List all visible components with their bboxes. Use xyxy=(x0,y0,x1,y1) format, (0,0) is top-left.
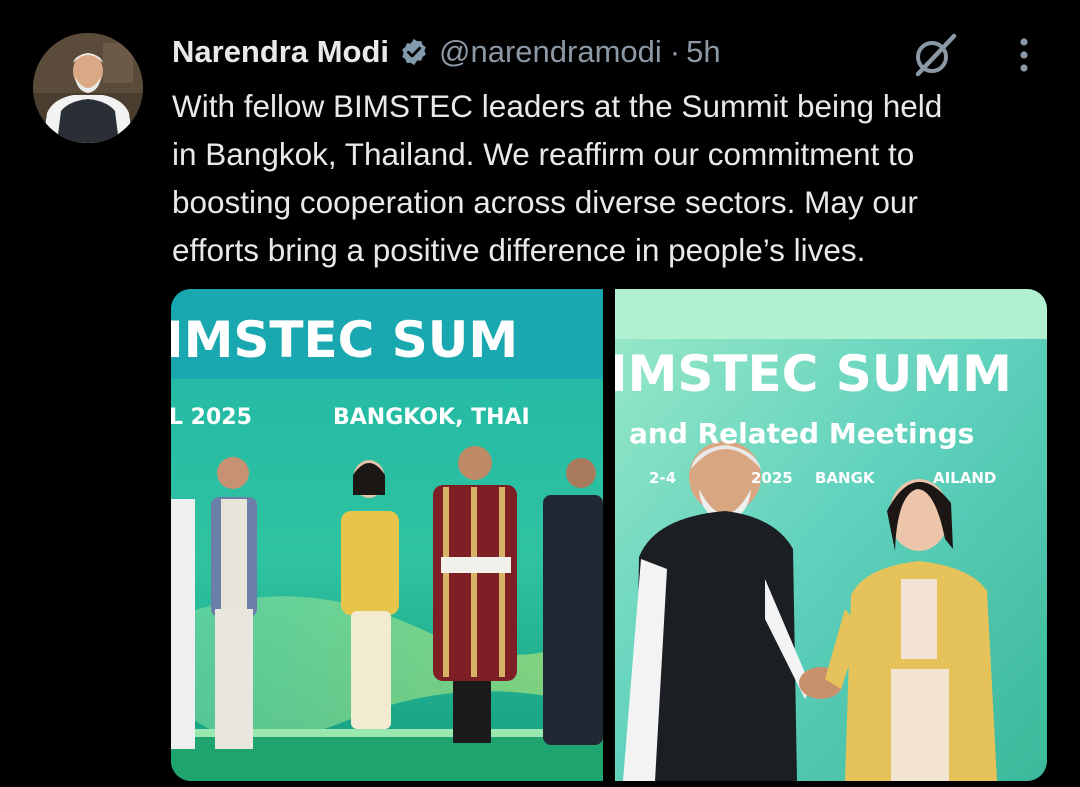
right-banner-date: 2-4 xyxy=(649,469,677,487)
author-avatar[interactable] xyxy=(33,33,143,143)
grok-icon[interactable] xyxy=(908,30,960,80)
post-media-grid: IMSTEC SUM L 2025 BANGKOK, THAI IMSTEC S… xyxy=(171,289,1047,781)
media-photo-left[interactable]: IMSTEC SUM L 2025 BANGKOK, THAI xyxy=(171,289,603,781)
left-banner-city: BANGKOK, THAI xyxy=(333,405,530,430)
left-banner-title: IMSTEC SUM xyxy=(171,311,519,369)
right-banner-title: IMSTEC SUMM xyxy=(615,345,1012,403)
right-banner-country: AILAND xyxy=(933,469,997,487)
verified-badge-icon xyxy=(402,38,426,66)
post-text: With fellow BIMSTEC leaders at the Summi… xyxy=(172,88,943,268)
left-banner-date: L 2025 xyxy=(171,405,252,430)
post-header: Narendra Modi @narendramodi · 5h xyxy=(172,30,721,74)
right-banner-city: BANGK xyxy=(815,469,875,487)
post-timestamp[interactable]: 5h xyxy=(686,34,720,70)
more-options-icon[interactable] xyxy=(1010,36,1038,76)
separator-dot: · xyxy=(669,34,681,69)
avatar-image xyxy=(33,33,143,143)
right-banner-subtitle: and Related Meetings xyxy=(629,417,975,450)
author-handle[interactable]: @narendramodi xyxy=(439,34,662,70)
media-photo-right[interactable]: IMSTEC SUMM and Related Meetings 2-4 202… xyxy=(615,289,1047,781)
right-banner-year: 2025 xyxy=(751,469,793,487)
author-name[interactable]: Narendra Modi xyxy=(172,34,389,70)
